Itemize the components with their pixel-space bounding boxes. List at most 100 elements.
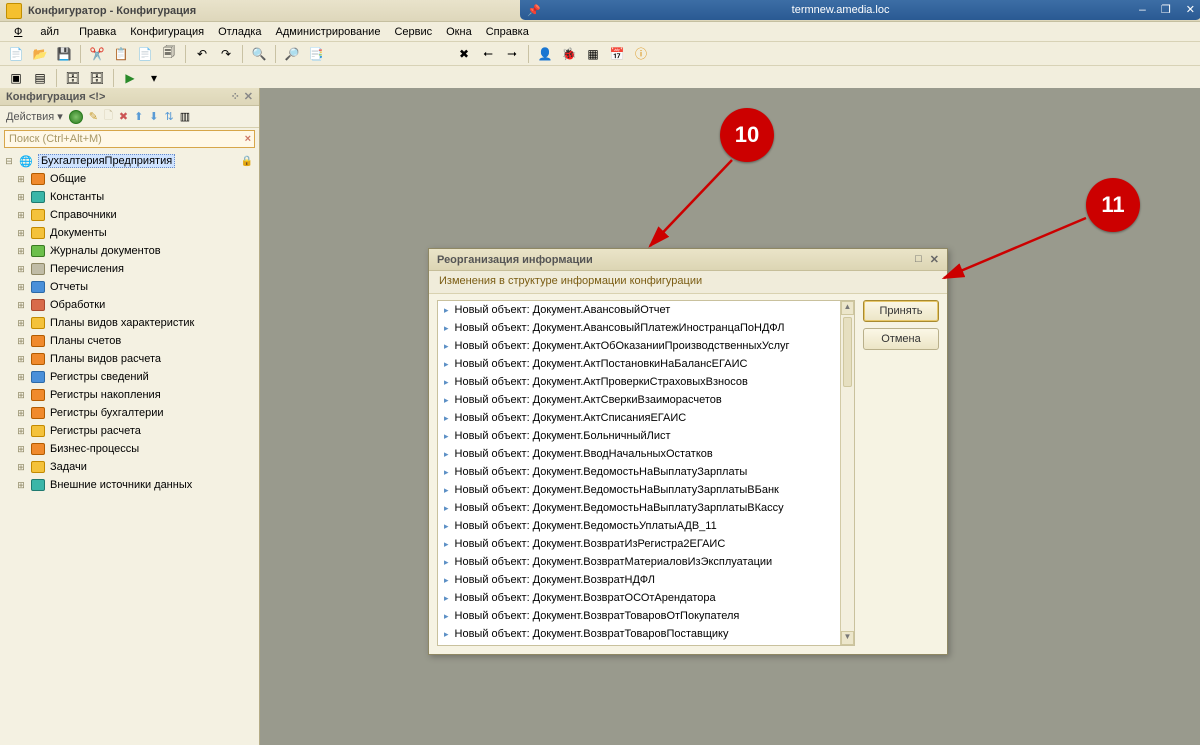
sidebar-filter-icon[interactable]: ▥ [180, 110, 190, 123]
tree-item[interactable]: ⊞Документы [0, 224, 259, 242]
dialog-max-icon[interactable]: □ [915, 253, 922, 266]
menu-admin[interactable]: Администрирование [270, 24, 387, 40]
module-icon[interactable]: ▣ [6, 68, 26, 88]
search-clear-icon[interactable]: × [245, 133, 251, 145]
props-icon[interactable]: 📑 [306, 44, 326, 64]
tree-item[interactable]: ⊞Планы видов характеристик [0, 314, 259, 332]
play-icon[interactable]: ▶ [120, 68, 140, 88]
sidebar-down-icon[interactable]: ⬇ [149, 110, 158, 123]
expand-icon[interactable]: ⊞ [16, 192, 26, 203]
list-item[interactable]: ▸Новый объект: Документ.БольничныйЛист [438, 427, 840, 445]
tree-item[interactable]: ⊞Регистры расчета [0, 422, 259, 440]
db-icon[interactable]: 🗄 [63, 68, 83, 88]
expand-icon[interactable]: ⊞ [16, 210, 26, 221]
sidebar-del-icon[interactable]: 🗋 [104, 107, 113, 126]
tree-item[interactable]: ⊞Обработки [0, 296, 259, 314]
find-icon[interactable]: 🔍 [249, 44, 269, 64]
db2-icon[interactable]: 🗄 [87, 68, 107, 88]
tree-item[interactable]: ⊞Отчеты [0, 278, 259, 296]
list-item[interactable]: ▸Новый объект: Документ.ВводНачальныхОст… [438, 445, 840, 463]
list-item[interactable]: ▸Новый объект: Документ.ВедомостьНаВыпла… [438, 481, 840, 499]
module2-icon[interactable]: ▤ [30, 68, 50, 88]
tree-item[interactable]: ⊞Задачи [0, 458, 259, 476]
tree-item[interactable]: ⊞Планы счетов [0, 332, 259, 350]
list-item[interactable]: ▸Новый объект: Документ.ВозвратНДФЛ [438, 571, 840, 589]
list-item[interactable]: ▸Новый объект: Документ.ВозвратТоваровОт… [438, 607, 840, 625]
save-icon[interactable]: 💾 [54, 44, 74, 64]
nav-back-icon[interactable]: ⭠ [478, 44, 498, 64]
menu-windows[interactable]: Окна [440, 24, 478, 40]
expand-icon[interactable]: ⊞ [16, 426, 26, 437]
tree-item[interactable]: ⊞Журналы документов [0, 242, 259, 260]
expand-icon[interactable]: ⊞ [16, 480, 26, 491]
calendar-icon[interactable]: 📅 [607, 44, 627, 64]
expand-icon[interactable]: ⊞ [16, 354, 26, 365]
new-icon[interactable]: 📄 [6, 44, 26, 64]
expand-icon[interactable]: ⊞ [16, 318, 26, 329]
menu-config[interactable]: Конфигурация [124, 24, 210, 40]
open-icon[interactable]: 📂 [30, 44, 50, 64]
expand-icon[interactable]: ⊞ [16, 390, 26, 401]
nav-fwd-icon[interactable]: ⭢ [502, 44, 522, 64]
list-item[interactable]: ▸Новый объект: Документ.АктОбОказанииПро… [438, 337, 840, 355]
table-icon[interactable]: ▦ [583, 44, 603, 64]
list-item[interactable]: ▸Новый объект: Документ.ВозвратОСОтАренд… [438, 589, 840, 607]
tree-item[interactable]: ⊞Внешние источники данных [0, 476, 259, 494]
scroll-up-icon[interactable]: ▲ [841, 301, 854, 315]
menu-edit[interactable]: Правка [73, 24, 122, 40]
scroll-down-icon[interactable]: ▼ [841, 631, 854, 645]
redo-icon[interactable]: ↷ [216, 44, 236, 64]
menu-debug[interactable]: Отладка [212, 24, 267, 40]
sidebar-close-icon[interactable]: ✕ [244, 90, 253, 103]
dialog-close-icon[interactable]: ✕ [930, 253, 939, 266]
scroll-thumb[interactable] [843, 317, 852, 387]
list-item[interactable]: ▸Новый объект: Документ.АвансовыйОтчет [438, 301, 840, 319]
expand-icon[interactable]: ⊞ [16, 300, 26, 311]
expand-icon[interactable]: ⊞ [16, 336, 26, 347]
copy-icon[interactable]: 📋 [111, 44, 131, 64]
restore-icon[interactable]: ❐ [1161, 5, 1171, 17]
expand-icon[interactable]: ⊞ [16, 372, 26, 383]
run-user-icon[interactable]: 👤 [535, 44, 555, 64]
menu-file[interactable]: Файл [8, 24, 71, 40]
collapse-icon[interactable]: ⊟ [4, 156, 14, 167]
list-item[interactable]: ▸Новый объект: Документ.АктСверкиВзаимор… [438, 391, 840, 409]
dialog-list[interactable]: ▸Новый объект: Документ.АвансовыйОтчет ▸Н… [437, 300, 855, 646]
sidebar-pin-icon[interactable]: ⁘ [231, 90, 240, 103]
dialog-titlebar[interactable]: Реорганизация информации □ ✕ [429, 249, 947, 271]
tree-item[interactable]: ⊞Общие [0, 170, 259, 188]
sidebar-up-icon[interactable]: ⬆ [134, 110, 143, 123]
menu-service[interactable]: Сервис [388, 24, 438, 40]
paste-icon[interactable]: 📄 [135, 44, 155, 64]
expand-icon[interactable]: ⊞ [16, 174, 26, 185]
scrollbar[interactable]: ▲ ▼ [840, 301, 854, 645]
pin-icon[interactable]: 📌 [520, 4, 548, 17]
expand-icon[interactable]: ⊞ [16, 462, 26, 473]
sidebar-x-icon[interactable]: ✖ [119, 110, 128, 123]
zoom-icon[interactable]: 🔎 [282, 44, 302, 64]
list-item[interactable]: ▸Новый объект: Документ.ВозвратМатериало… [438, 553, 840, 571]
compare-icon[interactable]: 🗐 [159, 44, 179, 64]
list-item[interactable]: ▸Новый объект: Документ.АктПостановкиНаБ… [438, 355, 840, 373]
help-icon[interactable]: ⓘ [631, 44, 651, 64]
list-item[interactable]: ▸Новый объект: Документ.ВозвратИзРегистр… [438, 535, 840, 553]
list-item[interactable]: ▸Новый объект: Документ.ВедомостьНаВыпла… [438, 463, 840, 481]
sidebar-add-icon[interactable] [69, 110, 83, 124]
menu-help[interactable]: Справка [480, 24, 535, 40]
list-item[interactable]: ▸Новый объект: Документ.ВедомостьУплатыА… [438, 517, 840, 535]
close-icon[interactable]: ✕ [1186, 5, 1195, 17]
tree-root[interactable]: ⊟ 🌐 БухгалтерияПредприятия 🔒 [0, 152, 259, 170]
tree-item[interactable]: ⊞Бизнес-процессы [0, 440, 259, 458]
expand-icon[interactable]: ⊞ [16, 408, 26, 419]
sidebar-sort-icon[interactable]: ⇅ [165, 110, 174, 123]
cancel-button[interactable]: Отмена [863, 328, 939, 350]
list-item[interactable]: ▸Новый объект: Документ.АктПроверкиСтрах… [438, 373, 840, 391]
tree-item[interactable]: ⊞Планы видов расчета [0, 350, 259, 368]
cut-icon[interactable]: ✂️ [87, 44, 107, 64]
expand-icon[interactable]: ⊞ [16, 264, 26, 275]
expand-icon[interactable]: ⊞ [16, 228, 26, 239]
debug-icon[interactable]: 🐞 [559, 44, 579, 64]
tree-item[interactable]: ⊞Справочники [0, 206, 259, 224]
tree-item[interactable]: ⊞Константы [0, 188, 259, 206]
expand-icon[interactable]: ⊞ [16, 444, 26, 455]
